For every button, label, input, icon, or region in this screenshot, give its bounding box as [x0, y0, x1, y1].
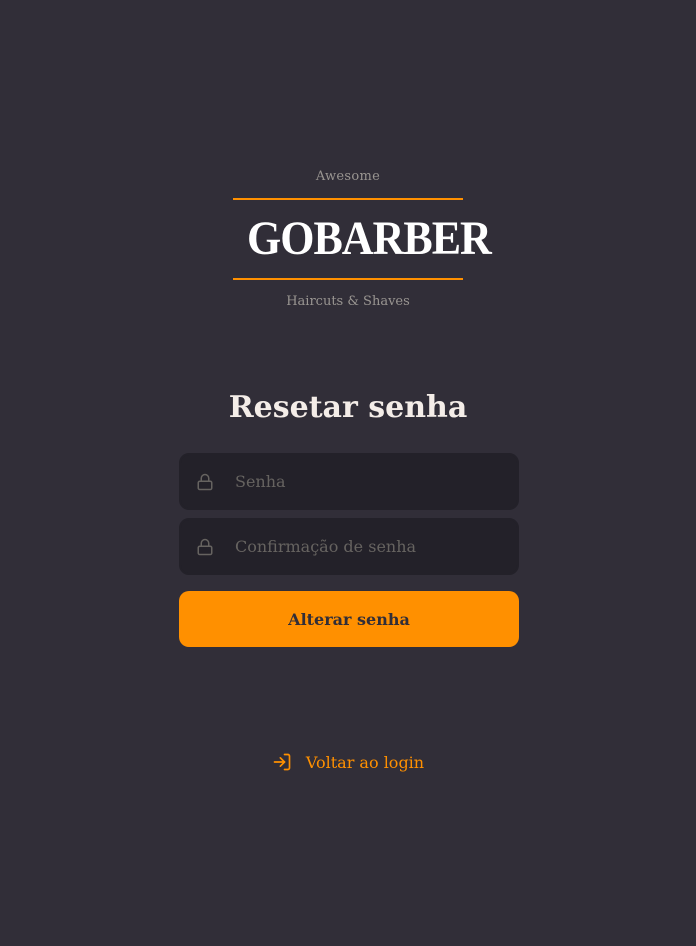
logo-wordmark-row: GOBARBER [233, 200, 492, 278]
logo-bottom-rule [233, 278, 463, 280]
back-to-login-link[interactable]: Voltar ao login [0, 750, 696, 774]
password-input[interactable] [235, 472, 503, 491]
log-in-icon [272, 752, 292, 772]
password-field[interactable] [179, 453, 519, 510]
lock-icon [195, 537, 215, 557]
logo-tagline-top: Awesome [315, 169, 381, 184]
logo: Awesome GOBARBER Haircuts & Shaves [0, 168, 696, 311]
password-confirmation-input[interactable] [235, 537, 503, 556]
change-password-button[interactable]: Alterar senha [179, 591, 519, 647]
logo-tagline-bottom: Haircuts & Shaves [286, 294, 410, 309]
password-confirmation-field[interactable] [179, 518, 519, 575]
back-to-login-label: Voltar ao login [305, 752, 425, 772]
logo-wordmark: GOBARBER [247, 212, 492, 265]
lock-icon [195, 472, 215, 492]
page-title: Resetar senha [228, 390, 468, 425]
